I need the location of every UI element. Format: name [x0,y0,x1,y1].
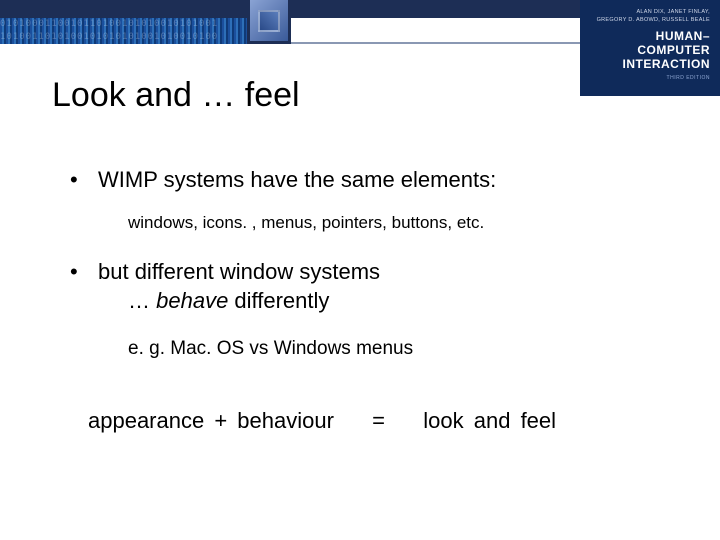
bullet-2-prefix: … [128,288,156,313]
example-line: e. g. Mac. OS vs Windows menus [128,338,680,360]
slide-title: Look and … feel [52,76,300,115]
bullet-2-emph: behave [156,288,228,313]
bullet-2-line1: but different window systems [98,259,380,284]
slide: 0101000110010110100101010010101001101001… [0,0,720,540]
book-authors: ALAN DIX, JANET FINLAY, GREGORY D. ABOWD… [590,8,710,25]
equation-left: appearance + behaviour [88,408,334,433]
header-band: 0101000110010110100101010010101001101001… [0,0,720,44]
bullet-2-line2: … behave differently [128,286,680,316]
book-title: HUMAN–COMPUTER INTERACTION [590,29,710,71]
book-edition: THIRD EDITION [590,75,710,81]
bullet-2: but different window systems … behave di… [70,257,680,316]
equation-line: appearance + behaviour = look and feel [88,408,680,434]
book-authors-line2: GREGORY D. ABOWD, RUSSELL BEALE [590,16,710,24]
slide-body: WIMP systems have the same elements: win… [70,165,680,434]
bullet-list-2: but different window systems … behave di… [70,257,680,316]
bullet-1-subtext: windows, icons. , menus, pointers, butto… [128,213,680,233]
book-title-line1: HUMAN–COMPUTER [590,29,710,57]
header-spacer [291,18,580,44]
book-authors-line1: ALAN DIX, JANET FINLAY, [590,8,710,16]
header-binary-strip: 0101000110010110100101010010101001101001… [0,18,250,44]
bullet-1: WIMP systems have the same elements: [70,165,680,195]
book-title-line2: INTERACTION [590,57,710,71]
header-logo [247,0,291,44]
bullet-1-text: WIMP systems have the same elements: [98,167,496,192]
equation-equals: = [372,408,385,433]
bullet-2-suffix: differently [228,288,329,313]
bullet-list: WIMP systems have the same elements: [70,165,680,195]
equation-right: look and feel [423,408,556,433]
book-cover: ALAN DIX, JANET FINLAY, GREGORY D. ABOWD… [580,0,720,96]
logo-icon [258,10,280,32]
